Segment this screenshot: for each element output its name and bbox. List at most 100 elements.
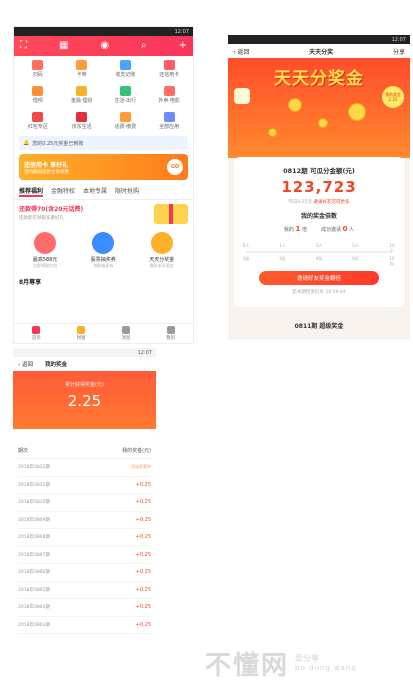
table-row: 2018年0811期 +0.25 (18, 477, 151, 494)
pool-subtext: 昨日0.25元 邀请好友可得更多 (234, 199, 404, 205)
tab-item[interactable]: 金融特权 (51, 186, 75, 197)
bottom-nav: 首页 财富 消息 我的 (14, 323, 193, 343)
feature-subtitle: 领取抽奖券 (93, 263, 114, 268)
search-icon[interactable]: ⌕ (141, 41, 147, 51)
promo-card[interactable]: 还款得70(含20元话费) 还款即可领取多重好礼 (14, 200, 193, 228)
shortcut-label: 话费·缴费 (114, 124, 137, 130)
row-period: 2018年0804期 (18, 605, 50, 611)
shortcut-item[interactable]: 金融·理财 (60, 84, 104, 106)
back-label: 返回 (237, 48, 250, 56)
nav-item[interactable]: 我的 (166, 326, 175, 341)
row-value: +0.25 (135, 499, 151, 506)
banner-title: 还信用卡 享好礼 (24, 161, 69, 169)
row-period: 2018年0809期 (18, 517, 50, 523)
tab-item[interactable]: 本地专属 (83, 186, 107, 197)
add-icon[interactable]: + (179, 41, 187, 51)
shortcut-item[interactable]: 京东生活 (60, 110, 104, 132)
shortcut-label: 金融·理财 (70, 98, 93, 104)
scale-people: 0人 (242, 243, 250, 248)
shortcut-item[interactable]: 还信用卡 (147, 58, 191, 80)
shortcut-icon (163, 60, 175, 70)
shortcut-item[interactable]: 生活·出行 (104, 84, 148, 106)
scale-line (246, 251, 392, 253)
feature-item[interactable]: 股票抽奖券 领取抽奖券 (91, 232, 116, 269)
pool-amount: 123,723 (281, 178, 357, 196)
my-label: 我的 (283, 227, 294, 233)
shortcut-label: 外卖·电影 (158, 98, 180, 104)
status-time-c: 12:07 (137, 349, 152, 356)
nav-item[interactable]: 消息 (121, 326, 130, 341)
nav-icon (121, 326, 130, 334)
back-button-c[interactable]: ‹ 返回 (18, 360, 33, 368)
tab-item[interactable]: 推荐福利 (19, 186, 44, 197)
go-button[interactable]: GO (167, 159, 183, 175)
shortcut-item[interactable]: 全部应用 (147, 110, 191, 132)
shortcut-icon (32, 112, 44, 122)
coin-icon (268, 128, 277, 137)
total-bonus-value: 2.25 (67, 392, 102, 410)
nav-icon (77, 326, 86, 334)
table-row: 2018年0809期 +0.25 (18, 512, 151, 529)
shortcut-label: 京东生活 (71, 124, 92, 130)
nav-label: 我的 (166, 336, 176, 341)
credit-card-banner[interactable]: 还信用卡 享好礼 活动期间还款立享优惠 GO (19, 154, 188, 180)
watermark-main: 不懂网 (205, 651, 290, 681)
my-bonus-badge[interactable]: 我的奖金 2.25 (382, 86, 404, 108)
notice-bar[interactable]: 🔔 您的0.25元奖金已到账 (19, 136, 188, 150)
title-bar-c: ‹ 返回 我的奖金 (13, 357, 156, 371)
multiplier-stats: 我的 1 倍 成功邀请 0 人 (234, 225, 404, 233)
shortcut-item[interactable]: 收支记账 (104, 58, 148, 80)
status-time-b: 12:07 (391, 36, 406, 43)
status-bar-c: 12:07 (13, 348, 156, 357)
hero-title: 天天分奖金 (274, 69, 364, 89)
shortcut-row-2: 借呗 金融·理财 生活·出行 外卖·电影 (14, 82, 193, 108)
shortcut-icon (76, 86, 88, 96)
feature-item[interactable]: 最高588元 立即领取红包 (32, 232, 58, 269)
shortcut-item[interactable]: 借呗 (16, 84, 60, 106)
shortcut-label: 还信用卡 (159, 72, 180, 78)
grid-icon[interactable]: ▦ (59, 41, 68, 51)
share-button[interactable]: 分享 (393, 47, 405, 56)
row-period: 2018年0810期 (18, 500, 50, 506)
my-multiplier: 我的 1 倍 (284, 225, 307, 233)
coin-icon (348, 103, 366, 121)
status-time: 12:07 (174, 28, 189, 35)
tab-item[interactable]: 限时抢购 (115, 186, 139, 197)
row-value: +0.25 (135, 481, 151, 488)
table-row: 2018年0807期 +0.25 (18, 547, 151, 564)
shortcut-row-3: 红包专区 京东生活 话费·缴费 全部应用 (14, 108, 193, 134)
period-label: 0812期 可瓜分金额(元) (283, 167, 355, 175)
scale-people: 5人 (352, 243, 359, 248)
countdown: 距本期结束仍有 20:59:04 (292, 290, 346, 295)
scale-people: 10人 (389, 243, 395, 253)
promo-title: 还款得70(含20元话费) (19, 206, 84, 213)
eye-icon[interactable]: ◉ (100, 41, 109, 51)
nav-item[interactable]: 财富 (77, 326, 86, 341)
shortcut-item[interactable]: 红包专区 (16, 110, 60, 132)
prize-pool-card: 0812期 可瓜分金额(元) 123,723 昨日0.25元 邀请好友可得更多 … (234, 157, 404, 307)
feature-title: 最高588元 (32, 257, 58, 263)
row-period: 2018年0811期 (18, 482, 50, 488)
nav-item[interactable]: 首页 (32, 326, 41, 341)
back-button[interactable]: ‹ 返回 (233, 47, 249, 56)
scan-icon[interactable]: ⛶ (20, 41, 27, 51)
shortcut-item[interactable]: 话费·缴费 (104, 110, 148, 132)
shortcut-item[interactable]: 外卖·电影 (147, 84, 191, 106)
status-bar-b: 12:07 (228, 35, 410, 44)
friends-invited: 成功邀请 0 人 (321, 225, 354, 233)
shortcut-item[interactable]: 卡券 (60, 58, 104, 80)
shortcut-item[interactable]: 扫码 (16, 58, 60, 80)
hero-banner: 天天分奖金 我的奖金 2.25 (228, 58, 410, 158)
coin-icon (318, 118, 328, 128)
row-period: 2018年0806期 (18, 570, 50, 576)
home-screen: 12:07 ⛶ ▦ ◉ ⌕ + 扫码 卡券 收支记账 还信用卡 借呗 金融·理财 生活·出… (13, 26, 194, 344)
shortcut-icon (32, 86, 44, 96)
table-row: 2018年0805期 +0.25 (18, 582, 151, 599)
feature-item[interactable]: 天天分奖金 邀好友分奖金 (149, 232, 174, 269)
total-bonus-hero: 累计获得奖金(元) 2.25 (13, 371, 156, 429)
invite-button[interactable]: 邀请好友奖金翻倍 (259, 271, 379, 285)
shortcut-row-1: 扫码 卡券 收支记账 还信用卡 (14, 56, 193, 82)
feature-icon (92, 232, 115, 254)
shortcut-label: 卡券 (76, 72, 87, 78)
shortcut-label: 红包专区 (27, 124, 48, 130)
